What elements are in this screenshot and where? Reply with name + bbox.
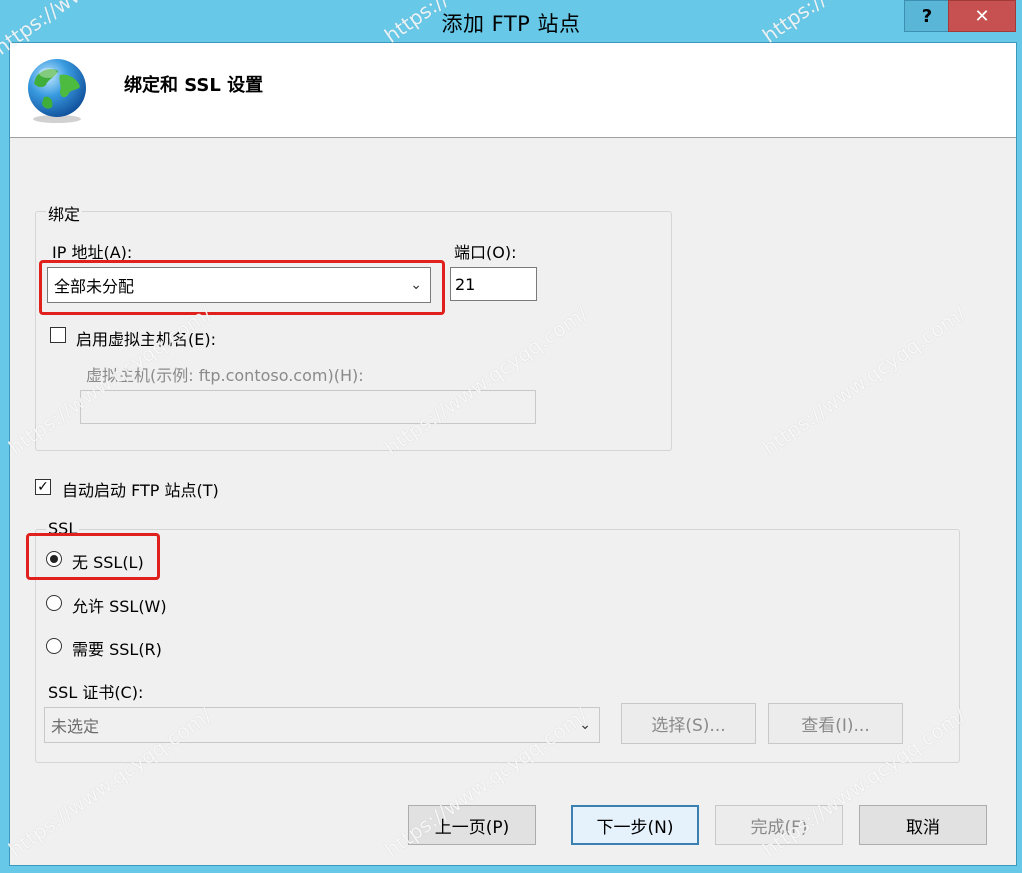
ssl-cert-dropdown[interactable]: 未选定 ⌄ <box>44 707 600 743</box>
port-label: 端口(O): <box>454 243 517 262</box>
highlight-box-ssl <box>26 533 160 580</box>
ssl-cert-label: SSL 证书(C): <box>48 683 144 702</box>
port-input[interactable]: 21 <box>450 267 537 301</box>
vhost-label: 虚拟主机(示例: ftp.contoso.com)(H): <box>86 366 364 385</box>
ssl-cert-value: 未选定 <box>51 717 100 736</box>
view-cert-button[interactable]: 查看(I)... <box>768 703 903 744</box>
enable-vhost-checkbox[interactable] <box>50 327 66 343</box>
page-title: 绑定和 SSL 设置 <box>124 75 264 96</box>
help-icon: ? <box>921 5 933 27</box>
auto-start-label[interactable]: 自动启动 FTP 站点(T) <box>62 477 219 501</box>
port-value: 21 <box>455 274 476 294</box>
close-button[interactable]: ✕ <box>948 0 1016 32</box>
wizard-header: 绑定和 SSL 设置 <box>10 43 1016 138</box>
help-button[interactable]: ? <box>904 0 950 32</box>
allow-ssl-radio[interactable] <box>46 595 62 611</box>
vhost-input[interactable] <box>80 390 536 424</box>
enable-vhost-label[interactable]: 启用虚拟主机名(E): <box>76 326 216 350</box>
dialog-body: 绑定和 SSL 设置 绑定 IP 地址(A): 全部未分配 ⌄ 端口(O): 2… <box>9 42 1017 866</box>
cancel-button[interactable]: 取消 <box>859 805 987 845</box>
require-ssl-radio[interactable] <box>46 638 62 654</box>
auto-start-checkbox[interactable]: ✓ <box>35 479 51 495</box>
checkmark-icon: ✓ <box>37 479 49 495</box>
binding-group-label: 绑定 <box>46 201 83 225</box>
next-button[interactable]: 下一步(N) <box>571 805 699 845</box>
close-icon: ✕ <box>974 5 990 27</box>
prev-button[interactable]: 上一页(P) <box>408 805 536 845</box>
chevron-down-icon: ⌄ <box>579 717 591 733</box>
title-bar[interactable]: 添加 FTP 站点 ? ✕ <box>0 0 1022 42</box>
finish-button[interactable]: 完成(F) <box>715 805 843 845</box>
window-title: 添加 FTP 站点 <box>441 12 581 36</box>
select-cert-button[interactable]: 选择(S)... <box>621 703 756 744</box>
highlight-box-ip <box>39 260 445 315</box>
globe-icon <box>28 59 86 123</box>
require-ssl-label[interactable]: 需要 SSL(R) <box>72 636 162 660</box>
allow-ssl-label[interactable]: 允许 SSL(W) <box>72 593 167 617</box>
